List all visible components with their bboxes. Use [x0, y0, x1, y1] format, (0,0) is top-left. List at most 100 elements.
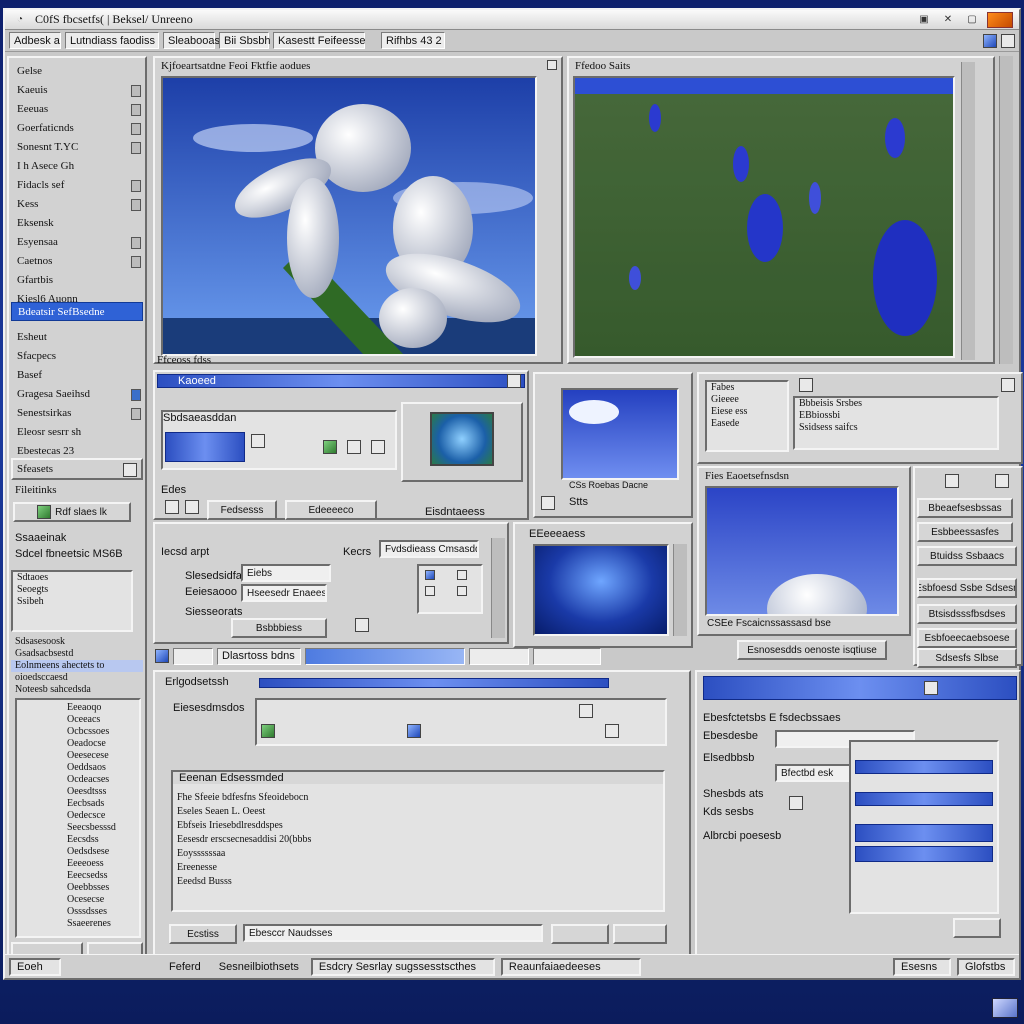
sidebar-item[interactable]: Caetnos [11, 252, 143, 271]
file-list-item[interactable]: Ocbcssoes [63, 726, 139, 738]
side-button[interactable]: Bbeaefsesbssas [917, 498, 1013, 518]
sidebar-item[interactable]: I h Asece Gh [11, 157, 143, 176]
form-field[interactable]: Hseesedr Enaeesbs [241, 584, 327, 602]
navigation-icon[interactable] [165, 500, 179, 514]
file-list-item[interactable]: Eecbsads [63, 798, 139, 810]
file-list-item[interactable]: Eeecsedss [63, 870, 139, 882]
sidebar-subbox-item[interactable]: Ssibeh [13, 596, 131, 608]
entry-list-row[interactable]: Eesesdr erscsecnesaddisi 20(bbbs [173, 834, 663, 848]
file-list-item[interactable]: Ocesecse [63, 894, 139, 906]
side-button[interactable]: Btsisdsssfbsdses [917, 604, 1017, 624]
form-dropdown[interactable]: Fvdsdieass Cmsasddas [379, 540, 479, 558]
checkbox-icon[interactable] [457, 586, 467, 596]
file-list-item[interactable]: Ssaeerenes [63, 918, 139, 930]
sidebar-subbox-item[interactable]: Seoegts [13, 584, 131, 596]
taskbar-item[interactable]: Glofstbs [957, 957, 1015, 976]
sidebar-item[interactable]: Gfartbis [11, 271, 143, 290]
gear-icon[interactable] [185, 500, 199, 514]
sidebar-item[interactable]: Gragesa Saeihsd [11, 385, 143, 404]
file-list-item[interactable]: Eecsdss [63, 834, 139, 846]
footer-button-3[interactable] [613, 924, 667, 944]
status-field[interactable] [173, 647, 213, 665]
user-icon[interactable] [945, 474, 959, 488]
form-button[interactable]: Bsbbbiess [231, 618, 327, 638]
print-icon[interactable] [371, 440, 385, 454]
taskbar-item[interactable]: Feferd [163, 958, 207, 976]
sidebar-item-selected[interactable]: Bdeatsir SefBsedne [11, 302, 143, 321]
dome-action-button[interactable]: Esnosesdds oenoste isqtiuse [737, 640, 887, 660]
checkbox-icon[interactable] [457, 570, 467, 580]
taskbar-item[interactable]: Eoeh [9, 957, 61, 976]
refresh-icon[interactable] [355, 618, 369, 632]
sidebar-subrow[interactable]: Sdsasesoosk [11, 636, 143, 648]
status-icon[interactable] [155, 649, 169, 663]
form-field[interactable]: Eiebs [241, 564, 331, 582]
thumbnail-frame[interactable] [401, 402, 523, 482]
entry-list-row[interactable]: Eseles Seaen L. Oeest [173, 806, 663, 820]
dome-viewport[interactable] [705, 486, 899, 616]
footer-field[interactable]: Ebesccr Naudsses [243, 924, 543, 942]
sidebar-item[interactable]: Gelse [11, 62, 143, 81]
scene-scrollbar[interactable] [673, 544, 687, 636]
entry-list-row[interactable]: Eoyssssssaa [173, 848, 663, 862]
slider-track[interactable] [855, 824, 993, 842]
sidebar-item[interactable]: Esyensaa [11, 233, 143, 252]
preview-tile[interactable] [165, 432, 245, 462]
file-list-item[interactable]: Eeeaoqo [63, 702, 139, 714]
sidebar-subrow[interactable]: Gsadsacbsestd [11, 648, 143, 660]
gauge-icon[interactable] [789, 796, 803, 810]
sidebar-item[interactable]: Sfacpecs [11, 347, 143, 366]
sidebar-subrow[interactable]: oioedsccaesd [11, 672, 143, 684]
status-field[interactable] [533, 647, 601, 665]
panel-close-icon[interactable] [547, 60, 557, 70]
sidebar-item[interactable]: Eleosr sesrr sh [11, 423, 143, 442]
status-field[interactable]: Dlasrtoss bdns [217, 647, 301, 665]
close-icon[interactable]: ✕ [939, 13, 957, 27]
sidebar-item[interactable]: Kaeuis [11, 81, 143, 100]
sidebar-item[interactable]: Kess [11, 195, 143, 214]
sidebar-item[interactable]: Fidacls sef [11, 176, 143, 195]
file-list-item[interactable]: Osssdsses [63, 906, 139, 918]
sidebar-item[interactable]: Sonesnt T.YC [11, 138, 143, 157]
section-toggle-icon[interactable] [123, 463, 137, 477]
render-viewport-right[interactable] [573, 76, 955, 358]
footer-button[interactable]: Ecstiss [169, 924, 237, 944]
file-list-item[interactable]: Oedsdsese [63, 846, 139, 858]
toolbar-field-5[interactable]: Kasestt Feifeesse [273, 32, 365, 49]
scene-preview-image[interactable] [533, 544, 669, 636]
export-icon[interactable] [579, 704, 593, 718]
file-list-item[interactable]: Eeeeoess [63, 858, 139, 870]
folder-icon[interactable] [347, 440, 361, 454]
file-list-item[interactable]: Oceeacs [63, 714, 139, 726]
panel-ok-button[interactable] [953, 918, 1001, 938]
file-list-item[interactable]: Seecsbesssd [63, 822, 139, 834]
toolbar-field-2[interactable]: Lutndiass faodiss [65, 32, 159, 49]
toolbar-field-1[interactable]: Adbesk a [9, 32, 61, 49]
action-button[interactable]: Fedsesss [207, 500, 277, 520]
grid-icon[interactable] [323, 440, 337, 454]
checkbox-icon[interactable] [541, 496, 555, 510]
action-button[interactable]: Edeeeeco [285, 500, 377, 520]
bottom-right-field[interactable]: Bfectbd esk [775, 764, 855, 782]
side-button[interactable]: Btuidss Ssbaacs [917, 546, 1017, 566]
render-viewport-left[interactable] [161, 76, 537, 356]
toolbar-field-6[interactable]: Rifhbs 43 2 [381, 32, 445, 49]
sidebar-item[interactable]: Eksensk [11, 214, 143, 233]
document-icon[interactable] [407, 724, 421, 738]
settings-icon[interactable] [605, 724, 619, 738]
entry-list-row[interactable]: Ereenesse [173, 862, 663, 876]
brush-icon[interactable] [995, 474, 1009, 488]
slider-track[interactable] [855, 846, 993, 862]
file-list-item[interactable]: Oeesdtsss [63, 786, 139, 798]
entry-list-row[interactable]: Ebfseis Iriesebdlresddspes [173, 820, 663, 834]
file-list-item[interactable]: Ocdeacses [63, 774, 139, 786]
sidebar-field-button[interactable]: Rdf slaes lk [13, 502, 131, 522]
side-button[interactable]: Esbbeessasfes [917, 522, 1013, 542]
sidebar-item[interactable]: Eeeuas [11, 100, 143, 119]
entry-list-row[interactable]: Fhe Sfeeie bdfesfns Sfeoidebocn [173, 792, 663, 806]
entry-list-row[interactable]: Eeedsd Busss [173, 876, 663, 890]
footer-button-2[interactable] [551, 924, 609, 944]
toolbar-blue-icon[interactable] [983, 33, 997, 48]
slider-track[interactable] [855, 792, 993, 806]
file-list-item[interactable]: Oeesecese [63, 750, 139, 762]
